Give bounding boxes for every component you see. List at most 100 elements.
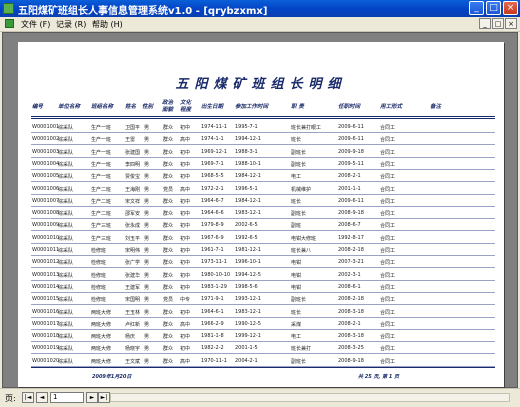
menu-record[interactable]: 记录 (R) xyxy=(56,19,86,30)
table-row: W0001003 综采队 生产一班 张建国男 群众 初中 1969-12-1 1988-3-1… xyxy=(18,146,504,158)
cell-work: 1999-12-1 xyxy=(235,333,261,340)
table-row: W0001018 综采队 两班大修 杨庆 男 群众 初中 1981-1-8 1999-12-1 电… xyxy=(18,330,504,343)
child-restore-button[interactable]: □ xyxy=(492,18,504,29)
cell-birth: 1974-11-1 xyxy=(201,124,227,130)
cell-education: 初中 xyxy=(180,125,191,131)
cell-name: 宋明伟 xyxy=(125,248,141,254)
cell-entry: 2007-3-21 xyxy=(338,259,364,266)
child-close-button[interactable]: × xyxy=(505,18,517,29)
first-page-button[interactable]: |◄ xyxy=(22,392,34,403)
cell-id: W0001009 xyxy=(32,222,60,229)
cell-political: 群众 xyxy=(163,321,174,328)
last-page-button[interactable]: ►| xyxy=(98,392,110,403)
cell-team: 两班大修 xyxy=(91,334,112,341)
cell-political: 群众 xyxy=(163,334,174,341)
cell-entry: 2008-2-1 xyxy=(338,173,361,180)
menu-file[interactable]: 文件 (F) xyxy=(21,19,50,30)
window-controls: _ □ × xyxy=(469,1,518,15)
cell-name: 王建军 xyxy=(125,284,141,291)
cell-education: 初中 xyxy=(180,174,191,181)
cell-sex: 男 xyxy=(144,284,150,291)
cell-political: 群众 xyxy=(163,198,174,205)
cell-political: 群众 xyxy=(163,260,174,267)
cell-post: 电钳大修班 xyxy=(291,235,317,242)
cell-post: 采煤 xyxy=(291,321,302,328)
cell-employment: 合同工 xyxy=(380,223,396,230)
cell-education: 初中 xyxy=(180,223,191,230)
cell-id: W0001014 xyxy=(32,283,60,290)
minimize-button[interactable]: _ xyxy=(469,1,484,15)
cell-employment: 合同工 xyxy=(380,346,396,353)
cell-entry: 2008-9-18 xyxy=(338,357,364,364)
cell-education: 初中 xyxy=(180,161,191,168)
page-label: 页: xyxy=(5,394,16,403)
cell-sex: 男 xyxy=(144,260,150,267)
cell-employment: 合同工 xyxy=(380,149,396,156)
cell-unit: 综采队 xyxy=(58,161,74,168)
cell-birth: 1979-8-9 xyxy=(201,222,224,229)
cell-work: 1983-12-1 xyxy=(235,210,261,217)
cell-education: 初中 xyxy=(180,149,191,156)
cell-education: 初中 xyxy=(180,211,191,218)
col-header-political-2: 面貌 xyxy=(162,107,174,113)
cell-name: 卢红新 xyxy=(125,321,141,328)
cell-team: 检修班 xyxy=(91,272,107,279)
cell-unit: 综采队 xyxy=(58,186,74,193)
horizontal-scrollbar[interactable] xyxy=(110,393,510,402)
cell-employment: 合同工 xyxy=(380,334,396,341)
prev-page-button[interactable]: ◄ xyxy=(36,392,48,403)
cell-post: 电钳 xyxy=(291,272,302,279)
table-row: W0001011 综采队 检修班 宋明伟男 群众 初中 1961-7-1 1981-12-1 班… xyxy=(18,244,504,256)
cell-unit: 综采队 xyxy=(58,272,74,279)
header-rule-double xyxy=(31,118,495,119)
cell-post: 班长 xyxy=(291,198,302,205)
cell-entry: 2008-2-1 xyxy=(338,320,361,327)
cell-post: 班长兼八 xyxy=(291,248,312,254)
cell-unit: 综采队 xyxy=(58,125,74,131)
cell-team: 两班大修 xyxy=(91,358,112,365)
cell-birth: 1973-11-1 xyxy=(201,259,227,266)
cell-employment: 合同工 xyxy=(380,211,396,218)
cell-id: W0001019 xyxy=(32,345,60,352)
cell-name: 李四明 xyxy=(125,161,141,168)
cell-political: 群众 xyxy=(163,272,174,279)
cell-sex: 男 xyxy=(144,248,150,254)
document-icon xyxy=(5,19,14,28)
cell-sex: 男 xyxy=(144,334,150,341)
child-minimize-button[interactable]: _ xyxy=(479,18,491,29)
cell-sex: 男 xyxy=(144,137,150,144)
cell-team: 生产一班 xyxy=(91,161,112,168)
maximize-button[interactable]: □ xyxy=(486,1,501,15)
cell-political: 群众 xyxy=(163,358,174,365)
cell-education: 初中 xyxy=(180,272,191,279)
cell-name: 张永成 xyxy=(125,223,141,230)
page-number-input[interactable]: 1 xyxy=(50,392,84,403)
cell-id: W0001012 xyxy=(32,259,60,266)
cell-id: W0001007 xyxy=(32,197,60,204)
cell-id: W0001018 xyxy=(32,333,60,340)
cell-name: 刘玉平 xyxy=(125,235,141,242)
cell-id: W0001020 xyxy=(32,357,60,364)
close-button[interactable]: × xyxy=(503,1,518,15)
cell-team: 生产三班 xyxy=(91,235,112,242)
cell-post: 副班 xyxy=(291,223,302,230)
footer-page-count: 共 25 页, 第 1 页 xyxy=(358,374,400,380)
report-viewer[interactable]: 五阳煤矿班组长明细 编号 单位名称 班组名称 姓名 性别 政治 面貌 文化 程度… xyxy=(2,32,518,388)
cell-birth: 1968-5-5 xyxy=(201,173,224,180)
cell-name: 王文斌 xyxy=(125,358,141,365)
menu-help[interactable]: 帮助 (H) xyxy=(92,19,123,30)
next-page-button[interactable]: ► xyxy=(86,392,98,403)
cell-id: W0001001 xyxy=(32,124,60,130)
cell-education: 初中 xyxy=(180,309,191,316)
cell-entry: 2008-6-7 xyxy=(338,222,361,229)
cell-post: 副班长 xyxy=(291,297,307,304)
cell-team: 生产一班 xyxy=(91,174,112,181)
cell-post: 电工 xyxy=(291,174,302,181)
cell-work: 2002-6-5 xyxy=(235,222,258,229)
cell-employment: 合同工 xyxy=(380,297,396,304)
cell-name: 张建华 xyxy=(125,272,141,279)
cell-entry: 2008-9-18 xyxy=(338,210,364,217)
cell-work: 1984-12-1 xyxy=(235,197,261,204)
cell-sex: 男 xyxy=(144,186,150,193)
cell-unit: 综采队 xyxy=(58,137,74,144)
